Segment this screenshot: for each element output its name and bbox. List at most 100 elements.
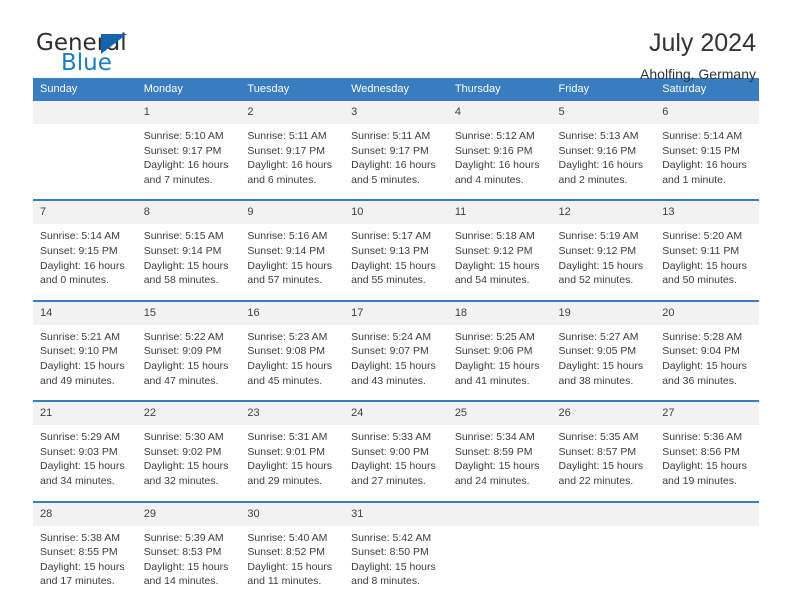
sunrise-text: Sunrise: 5:42 AM	[351, 531, 432, 544]
calendar-day-cell[interactable]: 11 Sunrise: 5:18 AM Sunset: 9:12 PM Dayligh…	[447, 199, 552, 301]
sunrise-text: Sunrise: 5:29 AM	[40, 431, 120, 444]
day-details: Sunrise: 5:27 AM Sunset: 9:05 PM Daylight:…	[552, 325, 656, 400]
calendar-day-cell[interactable]: 25 Sunrise: 5:34 AM Sunset: 8:59 PM Dayligh…	[447, 400, 552, 502]
calendar-day-cell[interactable]: 6 Sunrise: 5:14 AM Sunset: 9:15 PM Daylight…	[655, 101, 759, 201]
calendar-day-cell[interactable]: 28 Sunrise: 5:38 AM Sunset: 8:55 PM Dayligh…	[33, 500, 137, 601]
calendar-day-cell[interactable]: 16 Sunrise: 5:23 AM Sunset: 9:08 PM Dayligh…	[240, 299, 345, 402]
sunset-text: Sunset: 9:14 PM	[143, 244, 222, 257]
calendar-day-cell[interactable]: 18 Sunrise: 5:25 AM Sunset: 9:06 PM Dayligh…	[447, 299, 552, 402]
day-number: 5	[551, 101, 656, 124]
daylight-text-line1: Daylight: 15 hours	[454, 359, 540, 372]
day-number: 22	[136, 402, 241, 426]
calendar-day-cell[interactable]: 3 Sunrise: 5:11 AM Sunset: 9:17 PM Daylight…	[344, 101, 448, 201]
sunset-text: Sunset: 8:50 PM	[351, 546, 429, 559]
calendar-day-cell[interactable]: 1 Sunrise: 5:10 AM Sunset: 9:17 PM Daylight…	[136, 101, 241, 201]
logo-text-blue: Blue	[61, 50, 112, 76]
calendar-day-cell[interactable]: 23 Sunrise: 5:31 AM Sunset: 9:01 PM Dayligh…	[240, 400, 345, 502]
sunrise-text: Sunrise: 5:36 AM	[662, 431, 743, 444]
sunrise-text: Sunrise: 5:14 AM	[40, 230, 120, 243]
calendar-day-cell[interactable]: 19 Sunrise: 5:27 AM Sunset: 9:05 PM Dayligh…	[551, 299, 656, 402]
calendar-day-cell[interactable]: 8 Sunrise: 5:15 AM Sunset: 9:14 PM Daylight…	[136, 199, 241, 301]
day-number: 11	[447, 201, 552, 225]
daylight-text-line1: Daylight: 15 hours	[40, 560, 125, 573]
calendar-day-cell[interactable]: 9 Sunrise: 5:16 AM Sunset: 9:14 PM Daylight…	[240, 199, 345, 301]
sunrise-text: Sunrise: 5:31 AM	[247, 431, 328, 444]
calendar-day-cell[interactable]: 14 Sunrise: 5:21 AM Sunset: 9:10 PM Dayligh…	[33, 299, 137, 402]
day-number: 26	[551, 402, 656, 426]
day-details: Sunrise: 5:19 AM Sunset: 9:12 PM Daylight:…	[552, 224, 656, 299]
day-details: Sunrise: 5:36 AM Sunset: 8:56 PM Daylight:…	[655, 425, 759, 500]
calendar-day-cell[interactable]: 30 Sunrise: 5:40 AM Sunset: 8:52 PM Dayligh…	[240, 500, 345, 601]
day-number: 2	[240, 101, 345, 124]
sunset-text: Sunset: 9:16 PM	[454, 144, 533, 157]
weekday-header-monday: Monday	[136, 78, 241, 101]
sunrise-text: Sunrise: 5:21 AM	[40, 330, 120, 343]
day-number: 7	[33, 201, 137, 225]
daylight-text-line1: Daylight: 15 hours	[454, 460, 540, 473]
calendar-day-cell[interactable]: 5 Sunrise: 5:13 AM Sunset: 9:16 PM Daylight…	[551, 101, 656, 201]
sunrise-text: Sunrise: 5:19 AM	[558, 230, 639, 243]
daylight-text-line2: and 29 minutes.	[247, 474, 323, 487]
daylight-text-line1: Daylight: 16 hours	[662, 159, 747, 172]
sunset-text: Sunset: 9:17 PM	[143, 144, 222, 157]
daylight-text-line2: and 36 minutes.	[662, 374, 737, 387]
calendar-day-cell[interactable]: 12 Sunrise: 5:19 AM Sunset: 9:12 PM Dayligh…	[551, 199, 656, 301]
sunrise-text: Sunrise: 5:35 AM	[558, 431, 639, 444]
daylight-text-line2: and 1 minute.	[662, 173, 726, 186]
sunrise-text: Sunrise: 5:18 AM	[454, 230, 535, 243]
calendar-day-cell[interactable]: 21 Sunrise: 5:29 AM Sunset: 9:03 PM Dayligh…	[33, 400, 137, 502]
daylight-text-line2: and 7 minutes.	[143, 173, 213, 186]
sunrise-text: Sunrise: 5:24 AM	[351, 330, 432, 343]
day-details: Sunrise: 5:33 AM Sunset: 9:00 PM Daylight:…	[344, 425, 448, 500]
sunset-text: Sunset: 9:02 PM	[143, 445, 222, 458]
calendar-day-cell[interactable]: 2 Sunrise: 5:11 AM Sunset: 9:17 PM Daylight…	[240, 101, 345, 201]
calendar-day-cell[interactable]: 24 Sunrise: 5:33 AM Sunset: 9:00 PM Dayligh…	[344, 400, 448, 502]
sunset-text: Sunset: 9:15 PM	[662, 144, 740, 157]
day-details: Sunrise: 5:29 AM Sunset: 9:03 PM Daylight:…	[33, 425, 137, 500]
day-number: 29	[136, 502, 241, 526]
daylight-text-line1: Daylight: 16 hours	[247, 159, 333, 172]
day-number: 30	[240, 502, 345, 526]
calendar-day-cell[interactable]: 29 Sunrise: 5:39 AM Sunset: 8:53 PM Dayligh…	[136, 500, 241, 601]
daylight-text-line2: and 41 minutes.	[454, 374, 530, 387]
daylight-text-line1: Daylight: 16 hours	[40, 259, 125, 272]
calendar-day-cell[interactable]: 26 Sunrise: 5:35 AM Sunset: 8:57 PM Dayligh…	[551, 400, 656, 502]
sunrise-text: Sunrise: 5:27 AM	[558, 330, 639, 343]
calendar-day-cell[interactable]: 15 Sunrise: 5:22 AM Sunset: 9:09 PM Dayligh…	[136, 299, 241, 402]
calendar-day-cell[interactable]: 7 Sunrise: 5:14 AM Sunset: 9:15 PM Daylight…	[33, 199, 137, 301]
day-number: 27	[655, 402, 759, 426]
daylight-text-line2: and 24 minutes.	[454, 474, 530, 487]
daylight-text-line1: Daylight: 15 hours	[40, 460, 125, 473]
calendar-day-cell[interactable]: 20 Sunrise: 5:28 AM Sunset: 9:04 PM Dayligh…	[655, 299, 759, 402]
calendar-day-cell[interactable]: 4 Sunrise: 5:12 AM Sunset: 9:16 PM Daylight…	[447, 101, 552, 201]
sunset-text: Sunset: 9:12 PM	[454, 244, 533, 257]
daylight-text-line1: Daylight: 15 hours	[143, 359, 229, 372]
page-title: July 2024	[648, 29, 756, 57]
calendar-day-cell[interactable]: 22 Sunrise: 5:30 AM Sunset: 9:02 PM Dayligh…	[136, 400, 241, 502]
daylight-text-line1: Daylight: 15 hours	[143, 560, 229, 573]
calendar-day-cell[interactable]: 10 Sunrise: 5:17 AM Sunset: 9:13 PM Dayligh…	[344, 199, 448, 301]
day-number	[655, 502, 759, 526]
day-number: 17	[344, 301, 448, 325]
sunset-text: Sunset: 9:05 PM	[558, 345, 637, 358]
weekday-header-wednesday: Wednesday	[344, 78, 448, 101]
daylight-text-line2: and 6 minutes.	[247, 173, 317, 186]
calendar-day-cell[interactable]: 31 Sunrise: 5:42 AM Sunset: 8:50 PM Dayligh…	[344, 500, 448, 601]
daylight-text-line2: and 55 minutes.	[351, 274, 426, 287]
day-number: 14	[33, 301, 137, 325]
day-number: 31	[344, 502, 448, 526]
general-blue-logo: General Blue	[33, 28, 153, 80]
calendar-day-cell[interactable]: 13 Sunrise: 5:20 AM Sunset: 9:11 PM Dayligh…	[655, 199, 759, 301]
daylight-text-line2: and 38 minutes.	[558, 374, 634, 387]
daylight-text-line1: Daylight: 15 hours	[662, 259, 747, 272]
calendar-day-cell[interactable]: 27 Sunrise: 5:36 AM Sunset: 8:56 PM Dayligh…	[655, 400, 759, 502]
daylight-text-line1: Daylight: 15 hours	[351, 259, 436, 272]
sunset-text: Sunset: 9:00 PM	[351, 445, 429, 458]
day-details: Sunrise: 5:38 AM Sunset: 8:55 PM Daylight:…	[33, 526, 137, 601]
page-subtitle: Aholfing, Germany	[640, 66, 756, 82]
sunrise-text: Sunrise: 5:11 AM	[247, 130, 327, 142]
daylight-text-line2: and 50 minutes.	[662, 274, 737, 287]
calendar-day-cell[interactable]: 17 Sunrise: 5:24 AM Sunset: 9:07 PM Dayligh…	[344, 299, 448, 402]
daylight-text-line1: Daylight: 15 hours	[247, 259, 333, 272]
sunrise-text: Sunrise: 5:38 AM	[40, 531, 120, 544]
